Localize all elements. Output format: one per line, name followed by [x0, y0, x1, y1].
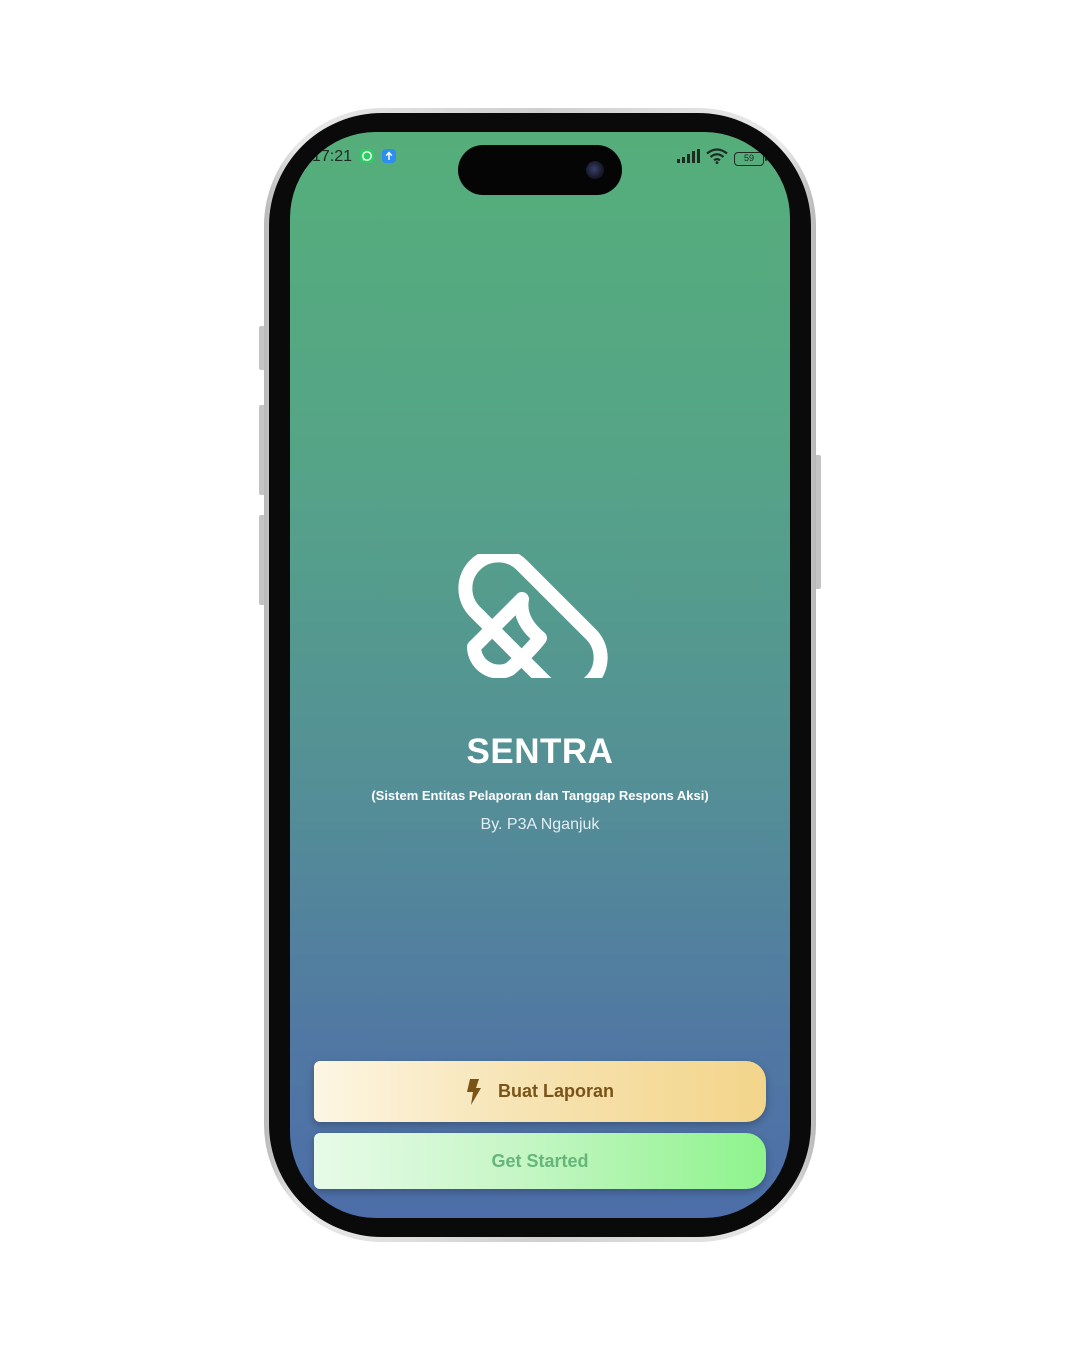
app-subtitle: (Sistem Entitas Pelaporan dan Tanggap Re…	[371, 788, 709, 803]
status-indicators: 59	[676, 148, 767, 169]
dynamic-island	[458, 145, 622, 195]
battery-icon: 59	[734, 151, 767, 166]
status-time: 17:21	[312, 148, 353, 165]
whatsapp-icon	[360, 149, 374, 163]
lightning-bolt-icon	[466, 1078, 482, 1105]
app-byline: By. P3A Nganjuk	[480, 816, 600, 833]
create-report-label: Buat Laporan	[497, 1081, 614, 1101]
sentra-logo-icon	[454, 548, 626, 698]
battery-level: 59	[743, 152, 754, 163]
get-started-button[interactable]: Get Started	[314, 1133, 766, 1189]
device-mockup: 17:21 59 SENTRA (Sistem Entitas Pelapora…	[0, 0, 1080, 1350]
wifi-icon	[706, 148, 728, 169]
get-started-label: Get Started	[491, 1150, 589, 1171]
upload-icon	[382, 149, 396, 163]
camera-lens	[586, 161, 604, 179]
app-title: SENTRA	[466, 732, 614, 771]
app-screen: 17:21 59 SENTRA (Sistem Entitas Pelapora…	[290, 132, 790, 1218]
create-report-button[interactable]: Buat Laporan	[314, 1061, 766, 1122]
signal-icon	[676, 149, 700, 168]
